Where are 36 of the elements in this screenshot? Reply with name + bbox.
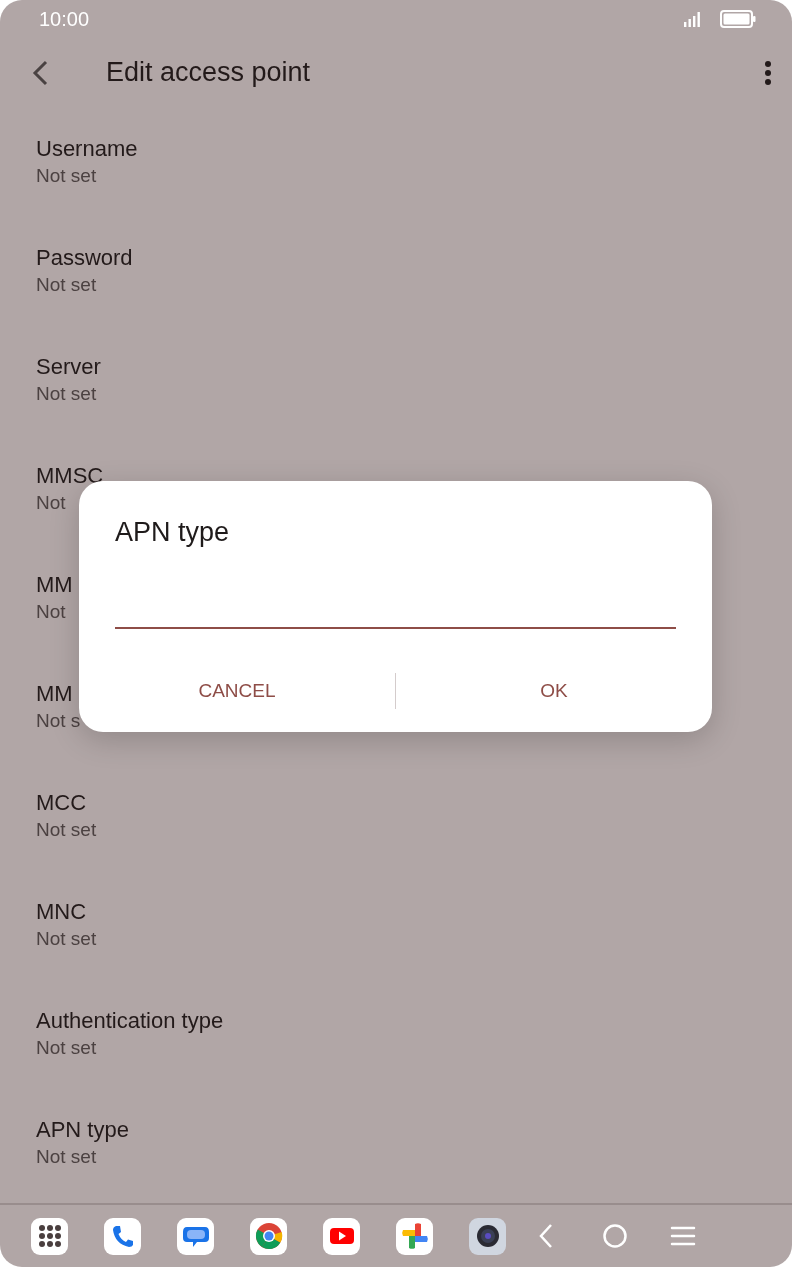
more-options-icon[interactable] bbox=[764, 59, 772, 86]
camera-lens-icon[interactable] bbox=[469, 1217, 506, 1255]
setting-value: Not bbox=[36, 491, 66, 515]
setting-value: Not bbox=[36, 600, 66, 624]
setting-title[interactable]: MM bbox=[36, 571, 73, 599]
pinwheel-icon[interactable] bbox=[396, 1217, 433, 1255]
page-title: Edit access point bbox=[106, 57, 312, 88]
setting-title[interactable]: Authentication type bbox=[36, 1007, 224, 1035]
setting-value: Not set bbox=[36, 1036, 97, 1060]
setting-value: Not s bbox=[36, 709, 81, 733]
battery-icon bbox=[720, 10, 756, 28]
app-grid-icon[interactable] bbox=[31, 1217, 68, 1255]
setting-value: Not set bbox=[36, 382, 97, 406]
cancel-button[interactable]: CANCEL bbox=[79, 673, 395, 709]
setting-title[interactable]: MCC bbox=[36, 789, 87, 817]
play-icon[interactable] bbox=[323, 1217, 360, 1255]
chat-bubble-icon[interactable] bbox=[177, 1217, 214, 1255]
setting-title[interactable]: MM bbox=[36, 680, 73, 708]
setting-title[interactable]: Password bbox=[36, 244, 133, 272]
ok-button[interactable]: OK bbox=[396, 673, 712, 709]
setting-value: Not set bbox=[36, 818, 97, 842]
dialog-title: APN type bbox=[115, 516, 230, 549]
setting-value: Not set bbox=[36, 1145, 97, 1169]
setting-title[interactable]: MMSC bbox=[36, 462, 104, 490]
setting-title[interactable]: Server bbox=[36, 353, 101, 381]
browser-icon[interactable] bbox=[250, 1217, 287, 1255]
setting-value: Not set bbox=[36, 927, 97, 951]
setting-value: Not set bbox=[36, 273, 97, 297]
setting-value: Not set bbox=[36, 164, 97, 188]
setting-title[interactable]: MNC bbox=[36, 898, 87, 926]
setting-title[interactable]: Username bbox=[36, 135, 138, 163]
phone-icon[interactable] bbox=[104, 1217, 141, 1255]
signal-icon bbox=[684, 11, 701, 27]
home-icon[interactable] bbox=[600, 1221, 630, 1251]
status-time: 10:00 bbox=[39, 7, 91, 31]
setting-title[interactable]: APN type bbox=[36, 1116, 129, 1144]
